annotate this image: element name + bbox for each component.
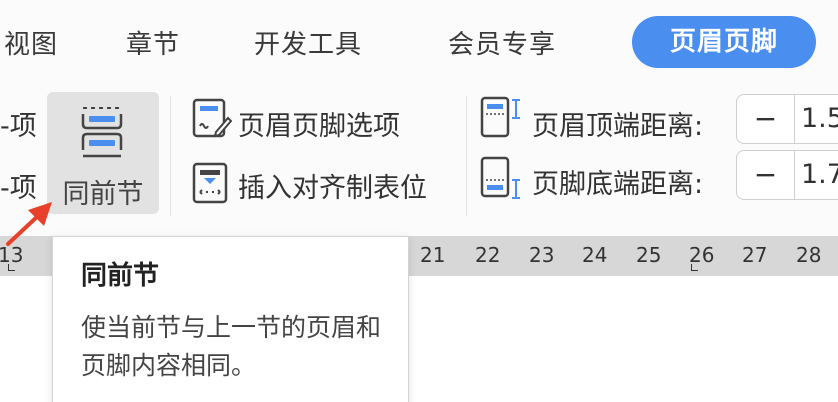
tooltip-title: 同前节 (81, 261, 160, 291)
ruler-tick: 21 (420, 243, 446, 267)
ruler-indent-marker[interactable] (8, 264, 15, 271)
footer-distance-stepper[interactable]: − 1.7 (736, 150, 838, 200)
ruler-tick: 27 (742, 243, 768, 267)
ribbon-tab-bar: 视图 章节 开发工具 会员专享 页眉页脚 (0, 0, 838, 84)
tab-chapter[interactable]: 章节 (126, 24, 180, 61)
insert-align-tab-icon (192, 162, 232, 208)
ruler-tick: 28 (796, 243, 822, 267)
tooltip: 同前节 使当前节与上一节的页眉和页脚内容相同。 (52, 236, 409, 402)
ruler-tick: 25 (636, 243, 662, 267)
header-distance-input[interactable]: 1.5 (801, 95, 838, 143)
ruler-indent-marker[interactable] (691, 264, 698, 271)
same-as-previous-label: 同前节 (62, 179, 144, 210)
header-footer-options-button[interactable]: 页眉页脚选项 (238, 104, 400, 143)
annotation-arrow-icon (0, 200, 60, 254)
insert-align-tab-button[interactable]: 插入对齐制表位 (238, 166, 427, 205)
ruler-tick: 24 (582, 243, 608, 267)
footer-distance-input[interactable]: 1.7 (801, 151, 838, 199)
tab-devtools[interactable]: 开发工具 (254, 24, 362, 61)
header-distance-decrease-button[interactable]: − (737, 95, 795, 143)
footer-distance-decrease-button[interactable]: − (737, 151, 795, 199)
ruler-tick: 22 (475, 243, 501, 267)
footer-bottom-distance-label: 页脚底端距离: (532, 169, 704, 200)
header-top-distance-icon (480, 96, 522, 144)
same-as-previous-button[interactable]: 同前节 (47, 92, 159, 214)
tab-view[interactable]: 视图 (4, 24, 58, 61)
tooltip-body: 使当前节与上一节的页眉和页脚内容相同。 (81, 313, 382, 380)
tab-member[interactable]: 会员专享 (448, 24, 556, 61)
tab-header-footer[interactable]: 页眉页脚 (632, 16, 816, 68)
ribbon-separator (170, 96, 171, 216)
ribbon-separator (466, 96, 467, 216)
header-footer-options-icon (192, 98, 233, 144)
footer-bottom-distance-icon (480, 156, 522, 206)
ribbon-left-item-top[interactable]: -项 (0, 104, 37, 143)
ruler-tick: 23 (529, 243, 555, 267)
same-as-previous-icon (77, 102, 129, 166)
header-top-distance-label: 页眉顶端距离: (532, 111, 704, 142)
header-distance-stepper[interactable]: − 1.5 (736, 94, 838, 144)
ribbon-toolbar: -项 -项 同前节 页眉页脚选项 插入对齐制表位 页眉顶端距离: − 1. 页脚… (0, 84, 838, 236)
